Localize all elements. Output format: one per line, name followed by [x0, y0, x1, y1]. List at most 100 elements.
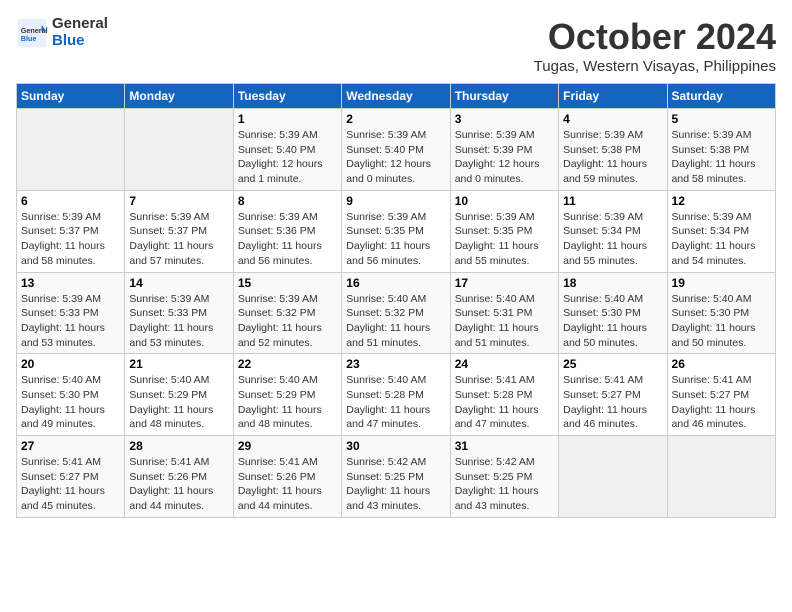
day-info: Sunrise: 5:40 AM Sunset: 5:32 PM Dayligh… [346, 292, 445, 351]
table-row: 13 Sunrise: 5:39 AM Sunset: 5:33 PM Dayli… [17, 272, 125, 354]
day-number: 24 [455, 357, 554, 371]
table-row: 31 Sunrise: 5:42 AM Sunset: 5:25 PM Dayli… [450, 436, 558, 518]
logo-text: General Blue [52, 16, 108, 49]
day-info: Sunrise: 5:39 AM Sunset: 5:40 PM Dayligh… [346, 128, 445, 187]
day-info: Sunrise: 5:39 AM Sunset: 5:35 PM Dayligh… [346, 210, 445, 269]
table-row: 29 Sunrise: 5:41 AM Sunset: 5:26 PM Dayli… [233, 436, 341, 518]
table-row: 26 Sunrise: 5:41 AM Sunset: 5:27 PM Dayli… [667, 354, 775, 436]
day-number: 29 [238, 439, 337, 453]
month-title: October 2024 [534, 16, 776, 58]
table-row [125, 109, 233, 191]
table-row: 9Sunrise: 5:39 AM Sunset: 5:35 PM Daylig… [342, 190, 450, 272]
day-info: Sunrise: 5:41 AM Sunset: 5:27 PM Dayligh… [563, 373, 662, 432]
day-info: Sunrise: 5:40 AM Sunset: 5:29 PM Dayligh… [129, 373, 228, 432]
day-number: 15 [238, 276, 337, 290]
day-number: 7 [129, 194, 228, 208]
day-info: Sunrise: 5:39 AM Sunset: 5:33 PM Dayligh… [129, 292, 228, 351]
day-number: 18 [563, 276, 662, 290]
day-number: 21 [129, 357, 228, 371]
day-info: Sunrise: 5:40 AM Sunset: 5:31 PM Dayligh… [455, 292, 554, 351]
table-row [667, 436, 775, 518]
header-wednesday: Wednesday [342, 84, 450, 109]
day-number: 27 [21, 439, 120, 453]
table-row: 6 Sunrise: 5:39 AM Sunset: 5:37 PM Daylig… [17, 190, 125, 272]
day-number: 26 [672, 357, 771, 371]
day-info: Sunrise: 5:39 AM Sunset: 5:34 PM Dayligh… [563, 210, 662, 269]
table-row: 15 Sunrise: 5:39 AM Sunset: 5:32 PM Dayli… [233, 272, 341, 354]
day-info: Sunrise: 5:41 AM Sunset: 5:26 PM Dayligh… [238, 455, 337, 514]
day-info: Sunrise: 5:40 AM Sunset: 5:28 PM Dayligh… [346, 373, 445, 432]
table-row: 2 Sunrise: 5:39 AM Sunset: 5:40 PM Daylig… [342, 109, 450, 191]
header-monday: Monday [125, 84, 233, 109]
day-info: Sunrise: 5:39 AM Sunset: 5:38 PM Dayligh… [672, 128, 771, 187]
title-area: October 2024 Tugas, Western Visayas, Phi… [534, 16, 776, 75]
calendar-header-row: Sunday Monday Tuesday Wednesday Thursday… [17, 84, 776, 109]
day-info: Sunrise: 5:40 AM Sunset: 5:29 PM Dayligh… [238, 373, 337, 432]
day-number: 11 [563, 194, 662, 208]
day-info: Sunrise: 5:42 AM Sunset: 5:25 PM Dayligh… [455, 455, 554, 514]
header-saturday: Saturday [667, 84, 775, 109]
table-row: 8Sunrise: 5:39 AM Sunset: 5:36 PM Daylig… [233, 190, 341, 272]
day-number: 20 [21, 357, 120, 371]
day-info: Sunrise: 5:39 AM Sunset: 5:37 PM Dayligh… [21, 210, 120, 269]
day-number: 23 [346, 357, 445, 371]
day-number: 3 [455, 112, 554, 126]
day-info: Sunrise: 5:39 AM Sunset: 5:40 PM Dayligh… [238, 128, 337, 187]
table-row: 10 Sunrise: 5:39 AM Sunset: 5:35 PM Dayli… [450, 190, 558, 272]
day-info: Sunrise: 5:39 AM Sunset: 5:33 PM Dayligh… [21, 292, 120, 351]
table-row: 30Sunrise: 5:42 AM Sunset: 5:25 PM Dayli… [342, 436, 450, 518]
day-number: 10 [455, 194, 554, 208]
calendar-week-row: 20 Sunrise: 5:40 AM Sunset: 5:30 PM Dayli… [17, 354, 776, 436]
calendar-table: Sunday Monday Tuesday Wednesday Thursday… [16, 83, 776, 518]
calendar-week-row: 6 Sunrise: 5:39 AM Sunset: 5:37 PM Daylig… [17, 190, 776, 272]
header-thursday: Thursday [450, 84, 558, 109]
table-row: 22 Sunrise: 5:40 AM Sunset: 5:29 PM Dayli… [233, 354, 341, 436]
day-info: Sunrise: 5:39 AM Sunset: 5:35 PM Dayligh… [455, 210, 554, 269]
day-number: 19 [672, 276, 771, 290]
calendar-week-row: 27Sunrise: 5:41 AM Sunset: 5:27 PM Dayli… [17, 436, 776, 518]
day-info: Sunrise: 5:39 AM Sunset: 5:37 PM Dayligh… [129, 210, 228, 269]
table-row: 4 Sunrise: 5:39 AM Sunset: 5:38 PM Daylig… [559, 109, 667, 191]
page-header: General Blue General Blue October 2024 T… [16, 16, 776, 75]
day-info: Sunrise: 5:39 AM Sunset: 5:39 PM Dayligh… [455, 128, 554, 187]
day-info: Sunrise: 5:40 AM Sunset: 5:30 PM Dayligh… [21, 373, 120, 432]
calendar-week-row: 13 Sunrise: 5:39 AM Sunset: 5:33 PM Dayli… [17, 272, 776, 354]
day-number: 12 [672, 194, 771, 208]
table-row: 20 Sunrise: 5:40 AM Sunset: 5:30 PM Dayli… [17, 354, 125, 436]
day-info: Sunrise: 5:41 AM Sunset: 5:27 PM Dayligh… [672, 373, 771, 432]
day-info: Sunrise: 5:39 AM Sunset: 5:38 PM Dayligh… [563, 128, 662, 187]
table-row: 19 Sunrise: 5:40 AM Sunset: 5:30 PM Dayli… [667, 272, 775, 354]
day-number: 31 [455, 439, 554, 453]
table-row: 24 Sunrise: 5:41 AM Sunset: 5:28 PM Dayli… [450, 354, 558, 436]
table-row: 12 Sunrise: 5:39 AM Sunset: 5:34 PM Dayli… [667, 190, 775, 272]
day-number: 16 [346, 276, 445, 290]
table-row: 3 Sunrise: 5:39 AM Sunset: 5:39 PM Daylig… [450, 109, 558, 191]
day-info: Sunrise: 5:39 AM Sunset: 5:34 PM Dayligh… [672, 210, 771, 269]
day-number: 2 [346, 112, 445, 126]
logo-general: General [52, 16, 108, 33]
table-row: 1 Sunrise: 5:39 AM Sunset: 5:40 PM Daylig… [233, 109, 341, 191]
table-row [559, 436, 667, 518]
day-number: 1 [238, 112, 337, 126]
table-row: 7 Sunrise: 5:39 AM Sunset: 5:37 PM Daylig… [125, 190, 233, 272]
day-info: Sunrise: 5:40 AM Sunset: 5:30 PM Dayligh… [563, 292, 662, 351]
svg-text:Blue: Blue [21, 34, 37, 43]
day-number: 13 [21, 276, 120, 290]
logo-icon: General Blue [16, 17, 48, 49]
logo-blue: Blue [52, 33, 108, 50]
day-info: Sunrise: 5:40 AM Sunset: 5:30 PM Dayligh… [672, 292, 771, 351]
table-row: 17Sunrise: 5:40 AM Sunset: 5:31 PM Dayli… [450, 272, 558, 354]
logo: General Blue General Blue [16, 16, 108, 49]
day-info: Sunrise: 5:41 AM Sunset: 5:28 PM Dayligh… [455, 373, 554, 432]
table-row: 5Sunrise: 5:39 AM Sunset: 5:38 PM Daylig… [667, 109, 775, 191]
table-row: 25Sunrise: 5:41 AM Sunset: 5:27 PM Dayli… [559, 354, 667, 436]
day-number: 4 [563, 112, 662, 126]
day-number: 6 [21, 194, 120, 208]
day-number: 28 [129, 439, 228, 453]
table-row: 21 Sunrise: 5:40 AM Sunset: 5:29 PM Dayli… [125, 354, 233, 436]
day-info: Sunrise: 5:39 AM Sunset: 5:32 PM Dayligh… [238, 292, 337, 351]
table-row [17, 109, 125, 191]
calendar-week-row: 1 Sunrise: 5:39 AM Sunset: 5:40 PM Daylig… [17, 109, 776, 191]
day-info: Sunrise: 5:41 AM Sunset: 5:26 PM Dayligh… [129, 455, 228, 514]
day-number: 22 [238, 357, 337, 371]
